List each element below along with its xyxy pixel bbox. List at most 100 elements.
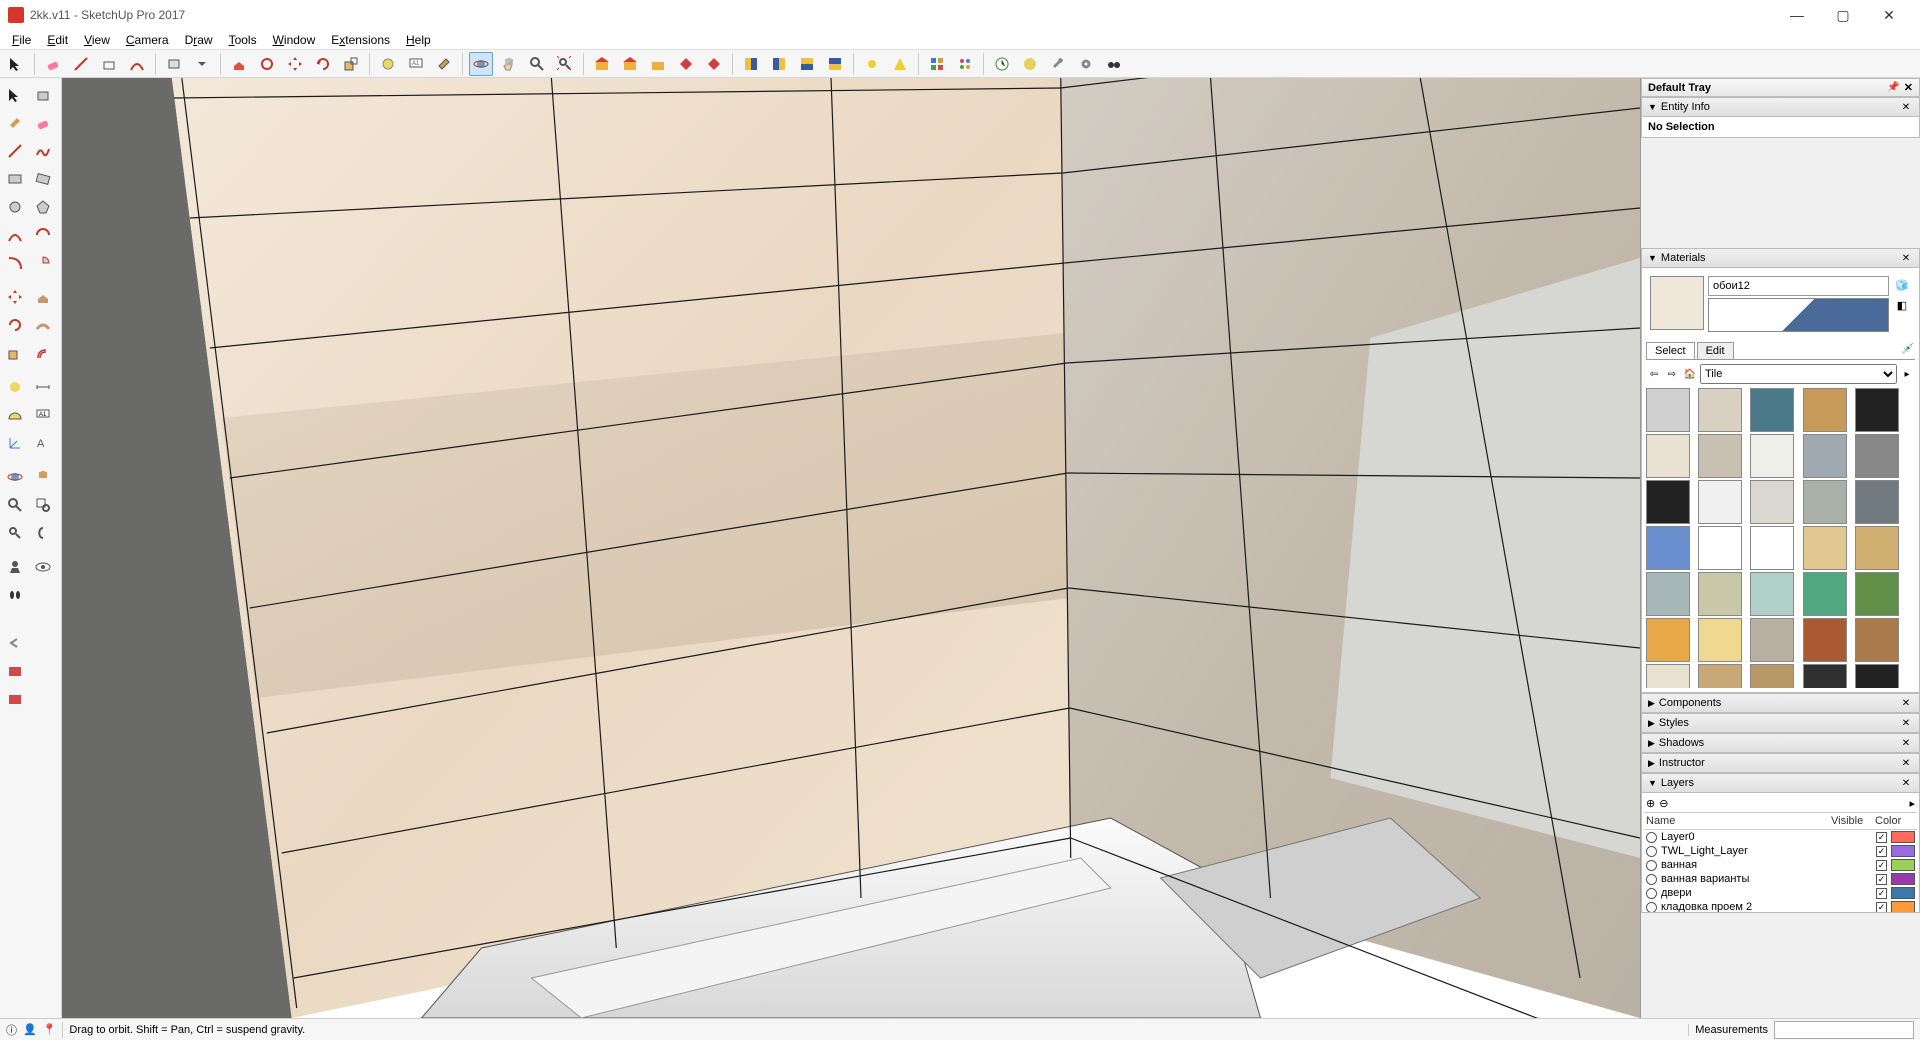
- menu-camera[interactable]: Camera: [118, 31, 177, 49]
- text-icon[interactable]: A1: [404, 52, 428, 76]
- binoculars-icon[interactable]: [1102, 52, 1126, 76]
- text-tool[interactable]: A1: [30, 402, 56, 428]
- layer-visible-checkbox[interactable]: ✓: [1876, 902, 1887, 913]
- pan-tool[interactable]: [30, 464, 56, 490]
- material-swatch[interactable]: [1698, 526, 1742, 570]
- materials-tab-select[interactable]: Select: [1646, 342, 1695, 359]
- warehouse-3-icon[interactable]: [646, 52, 670, 76]
- select-tool[interactable]: [2, 82, 28, 108]
- line-tool[interactable]: [2, 138, 28, 164]
- menu-extensions[interactable]: Extensions: [323, 31, 398, 49]
- tray-header[interactable]: Default Tray 📌 ✕: [1641, 78, 1920, 97]
- layers-menu-icon[interactable]: ▸: [1909, 797, 1915, 810]
- material-swatch[interactable]: [1855, 664, 1899, 688]
- layers-hdr-color[interactable]: Color: [1875, 815, 1915, 827]
- circle-tool[interactable]: [2, 194, 28, 220]
- material-swatch[interactable]: [1803, 664, 1847, 688]
- layer-row[interactable]: Layer0 ✓: [1644, 830, 1917, 844]
- layer-radio[interactable]: [1646, 902, 1657, 913]
- orbit-tool[interactable]: [2, 464, 28, 490]
- material-create-icon[interactable]: 🧊: [1893, 276, 1911, 294]
- globe-icon[interactable]: [1018, 52, 1042, 76]
- sun-warn-icon[interactable]: [888, 52, 912, 76]
- material-swatch[interactable]: [1803, 480, 1847, 524]
- protractor-tool[interactable]: [2, 402, 28, 428]
- eraser-tool[interactable]: [30, 110, 56, 136]
- material-swatch[interactable]: [1750, 388, 1794, 432]
- layer-row[interactable]: TWL_Light_Layer ✓: [1644, 844, 1917, 858]
- zoom-icon[interactable]: [525, 52, 549, 76]
- material-swatch[interactable]: [1698, 388, 1742, 432]
- panel-shadows[interactable]: ▶Shadows✕: [1641, 733, 1920, 753]
- layout-3-icon[interactable]: [795, 52, 819, 76]
- layout-1-icon[interactable]: [739, 52, 763, 76]
- menu-window[interactable]: Window: [265, 31, 324, 49]
- materials-nav-fwd-icon[interactable]: ⇨: [1664, 366, 1680, 382]
- material-swatch[interactable]: [1750, 572, 1794, 616]
- wrench-icon[interactable]: [1046, 52, 1070, 76]
- arc-tool[interactable]: [2, 222, 28, 248]
- layer-visible-checkbox[interactable]: ✓: [1876, 860, 1887, 871]
- ext-warehouse-icon[interactable]: [674, 52, 698, 76]
- warehouse-icon[interactable]: [590, 52, 614, 76]
- rotate-icon[interactable]: [311, 52, 335, 76]
- panel-styles[interactable]: ▶Styles✕: [1641, 713, 1920, 733]
- layer-radio[interactable]: [1646, 888, 1657, 899]
- materials-menu-icon[interactable]: ▸: [1899, 366, 1915, 382]
- look-around-tool[interactable]: [30, 554, 56, 580]
- arc2-tool[interactable]: [30, 222, 56, 248]
- material-swatch[interactable]: [1698, 664, 1742, 688]
- axes-tool[interactable]: [2, 430, 28, 456]
- move-tool[interactable]: [2, 284, 28, 310]
- material-swatch[interactable]: [1646, 572, 1690, 616]
- entity-info-close-icon[interactable]: ✕: [1899, 100, 1913, 114]
- layer-radio[interactable]: [1646, 832, 1657, 843]
- layer-row[interactable]: двери ✓: [1644, 886, 1917, 900]
- tape-icon[interactable]: [376, 52, 400, 76]
- dimension-tool[interactable]: [30, 374, 56, 400]
- menu-tools[interactable]: Tools: [221, 31, 265, 49]
- layer-radio[interactable]: [1646, 874, 1657, 885]
- materials-category-select[interactable]: Tile: [1700, 364, 1897, 384]
- layer-row[interactable]: ванная ✓: [1644, 858, 1917, 872]
- material-swatch[interactable]: [1750, 664, 1794, 688]
- minimize-button[interactable]: —: [1774, 0, 1820, 30]
- material-swatch[interactable]: [1646, 664, 1690, 688]
- zoom-extents-icon[interactable]: [553, 52, 577, 76]
- eraser-icon[interactable]: [41, 52, 65, 76]
- layers-hdr-name[interactable]: Name: [1646, 815, 1831, 827]
- line-tool-icon[interactable]: [69, 52, 93, 76]
- position-camera-tool[interactable]: [2, 554, 28, 580]
- rotated-rect-tool[interactable]: [30, 166, 56, 192]
- material-swatch[interactable]: [1855, 618, 1899, 662]
- material-swatch[interactable]: [1698, 480, 1742, 524]
- material-swatch[interactable]: [1698, 572, 1742, 616]
- material-swatch[interactable]: [1750, 526, 1794, 570]
- undo-icon[interactable]: [2, 630, 28, 656]
- gear-icon[interactable]: [1074, 52, 1098, 76]
- material-swatch[interactable]: [1855, 526, 1899, 570]
- materials-tab-edit[interactable]: Edit: [1697, 342, 1734, 359]
- material-swatch[interactable]: [1803, 618, 1847, 662]
- layer-color-swatch[interactable]: [1891, 859, 1915, 871]
- rotate-tool[interactable]: [2, 312, 28, 338]
- layer-row[interactable]: ванная варианты ✓: [1644, 872, 1917, 886]
- maximize-button[interactable]: ▢: [1820, 0, 1866, 30]
- material-color-preview[interactable]: [1708, 298, 1889, 332]
- previous-view-tool[interactable]: [30, 520, 56, 546]
- plugin-2-icon[interactable]: [2, 686, 28, 712]
- panel-materials[interactable]: ▼ Materials ✕: [1641, 248, 1920, 268]
- material-swatch[interactable]: [1803, 526, 1847, 570]
- material-swatch[interactable]: [1855, 388, 1899, 432]
- menu-edit[interactable]: Edit: [39, 31, 76, 49]
- material-swatch[interactable]: [1646, 526, 1690, 570]
- pin-icon[interactable]: 📌: [1887, 82, 1899, 93]
- menu-help[interactable]: Help: [398, 31, 439, 49]
- offset-icon[interactable]: [255, 52, 279, 76]
- move-icon[interactable]: [283, 52, 307, 76]
- plugin-1-icon[interactable]: [2, 658, 28, 684]
- layer-color-swatch[interactable]: [1891, 845, 1915, 857]
- material-preview-swatch[interactable]: [1650, 276, 1704, 330]
- material-swatch[interactable]: [1855, 572, 1899, 616]
- panel-entity-info[interactable]: ▼ Entity Info ✕: [1641, 97, 1920, 117]
